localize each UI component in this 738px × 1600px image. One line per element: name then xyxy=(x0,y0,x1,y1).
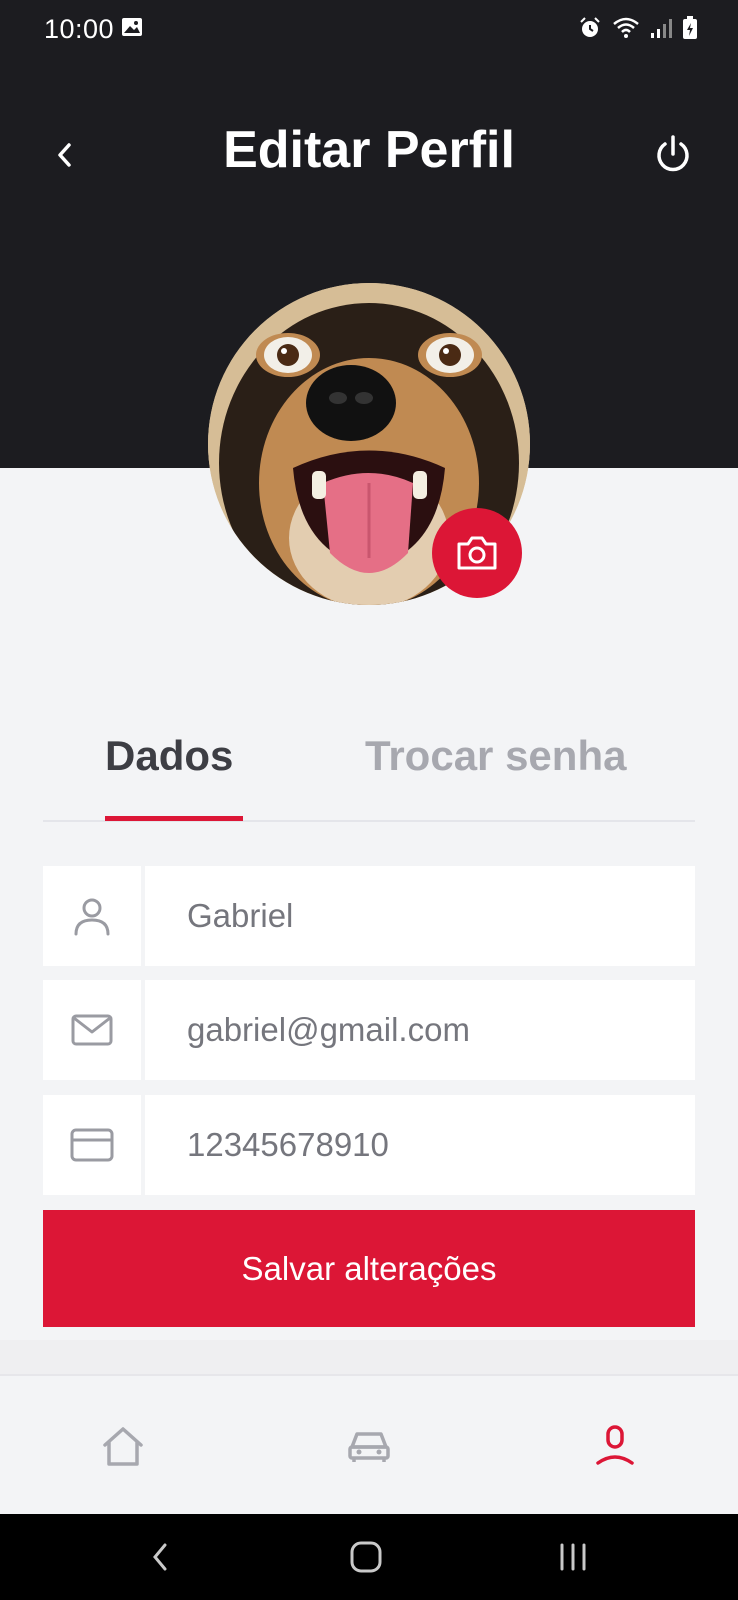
name-input[interactable] xyxy=(187,897,695,935)
name-field-icon-box xyxy=(43,866,141,966)
status-icons xyxy=(578,16,698,45)
active-tab-indicator xyxy=(105,816,243,821)
system-back-icon xyxy=(153,1543,167,1571)
nav-profile[interactable] xyxy=(575,1406,655,1486)
car-icon xyxy=(348,1432,390,1462)
status-bar: 10:00 xyxy=(0,0,738,60)
name-field-row xyxy=(43,866,695,966)
home-icon xyxy=(103,1427,143,1466)
profile-icon xyxy=(596,1425,634,1465)
document-field-icon-box xyxy=(43,1095,141,1195)
nav-vehicles[interactable] xyxy=(329,1406,409,1486)
nav-home[interactable] xyxy=(83,1406,163,1486)
document-input[interactable] xyxy=(187,1126,695,1164)
avatar-container xyxy=(208,283,530,605)
save-changes-button[interactable]: Salvar alterações xyxy=(43,1210,695,1327)
tab-dados[interactable]: Dados xyxy=(105,732,233,780)
wifi-icon xyxy=(612,17,640,44)
email-field-row xyxy=(43,980,695,1080)
system-home-icon xyxy=(350,1541,382,1573)
system-back-button[interactable] xyxy=(130,1532,190,1582)
change-photo-button[interactable] xyxy=(432,508,522,598)
name-input-box xyxy=(145,866,695,966)
content-separator xyxy=(0,1340,738,1374)
mail-icon xyxy=(71,1014,113,1046)
camera-icon xyxy=(457,536,497,570)
status-time: 10:00 xyxy=(44,14,115,44)
tab-trocar-senha[interactable]: Trocar senha xyxy=(365,732,626,780)
profile-tabs: Dados Trocar senha xyxy=(43,720,695,822)
document-input-box xyxy=(145,1095,695,1195)
gallery-icon xyxy=(121,17,143,42)
battery-icon xyxy=(682,16,698,45)
system-home-button[interactable] xyxy=(336,1532,396,1582)
email-input-box xyxy=(145,980,695,1080)
email-field-icon-box xyxy=(43,980,141,1080)
document-field-row xyxy=(43,1095,695,1195)
power-icon xyxy=(657,135,689,172)
alarm-icon xyxy=(578,16,602,45)
system-nav-bar xyxy=(0,1514,738,1600)
signal-icon xyxy=(650,17,672,44)
page-title: Editar Perfil xyxy=(223,121,515,179)
bottom-nav xyxy=(0,1374,738,1514)
card-icon xyxy=(70,1128,114,1162)
system-recents-button[interactable] xyxy=(543,1532,603,1582)
system-recents-icon xyxy=(560,1543,586,1571)
logout-button[interactable] xyxy=(648,130,698,180)
email-input[interactable] xyxy=(187,1011,695,1049)
user-icon xyxy=(74,898,110,936)
